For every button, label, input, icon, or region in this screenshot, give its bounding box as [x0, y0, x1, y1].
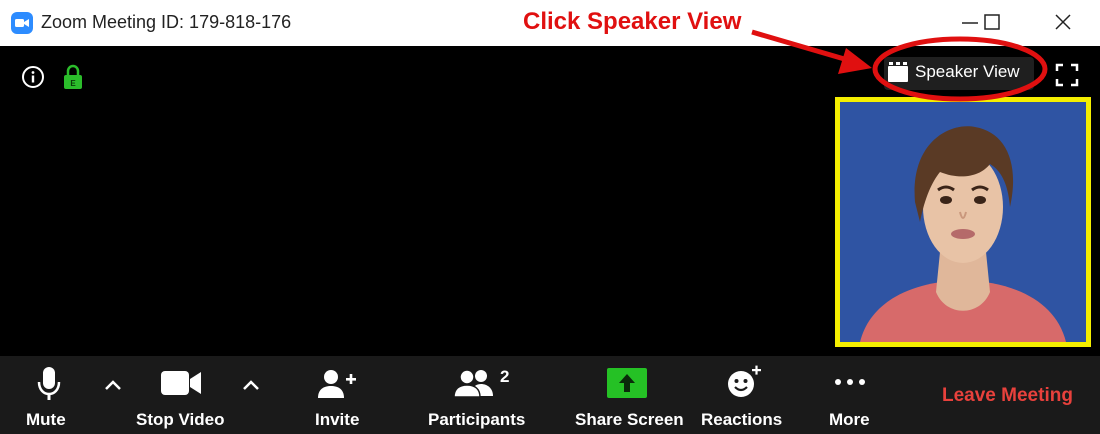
- close-button[interactable]: [1039, 0, 1087, 46]
- participants-count-badge: 2: [500, 367, 510, 386]
- participants-label: Participants: [428, 410, 526, 429]
- mute-label: Mute: [26, 410, 66, 429]
- add-user-icon: [318, 370, 356, 398]
- mute-button[interactable]: Mute: [20, 356, 78, 434]
- invite-label: Invite: [315, 410, 360, 429]
- more-icon: [835, 379, 865, 385]
- more-button[interactable]: More: [826, 356, 876, 434]
- reactions-label: Reactions: [701, 410, 783, 429]
- participant-avatar: [840, 102, 1086, 342]
- leave-meeting-button[interactable]: Leave Meeting: [942, 385, 1073, 407]
- more-label: More: [829, 410, 870, 429]
- window-title: Zoom Meeting ID: 179-818-176: [41, 12, 292, 32]
- encryption-lock-icon[interactable]: E: [63, 64, 83, 95]
- svg-text:E: E: [70, 79, 76, 88]
- fullscreen-icon[interactable]: [1055, 63, 1079, 92]
- speaker-view-label: Speaker View: [915, 62, 1020, 81]
- share-screen-icon: [607, 368, 647, 398]
- share-screen-button[interactable]: Share Screen: [573, 356, 684, 434]
- video-options-caret[interactable]: [242, 378, 260, 396]
- participants-button[interactable]: Participants: [426, 356, 526, 434]
- zoom-logo-icon: [11, 12, 33, 34]
- invite-button[interactable]: Invite: [312, 356, 368, 434]
- audio-options-caret[interactable]: [104, 378, 122, 396]
- maximize-button[interactable]: [968, 0, 1016, 46]
- info-icon[interactable]: [21, 65, 45, 94]
- participant-video-thumbnail[interactable]: [835, 97, 1091, 347]
- share-screen-label: Share Screen: [575, 410, 684, 429]
- microphone-icon: [37, 367, 61, 400]
- stop-video-label: Stop Video: [136, 410, 225, 429]
- participants-icon: [453, 369, 493, 398]
- title-bar: Zoom Meeting ID: 179-818-176 Click Speak…: [0, 0, 1100, 46]
- stop-video-button[interactable]: Stop Video: [130, 356, 230, 434]
- reactions-button[interactable]: Reactions: [700, 356, 783, 434]
- video-camera-icon: [161, 371, 201, 395]
- speaker-view-icon: [887, 61, 909, 88]
- annotation-text: Click Speaker View: [523, 8, 742, 35]
- reactions-icon: [728, 365, 761, 397]
